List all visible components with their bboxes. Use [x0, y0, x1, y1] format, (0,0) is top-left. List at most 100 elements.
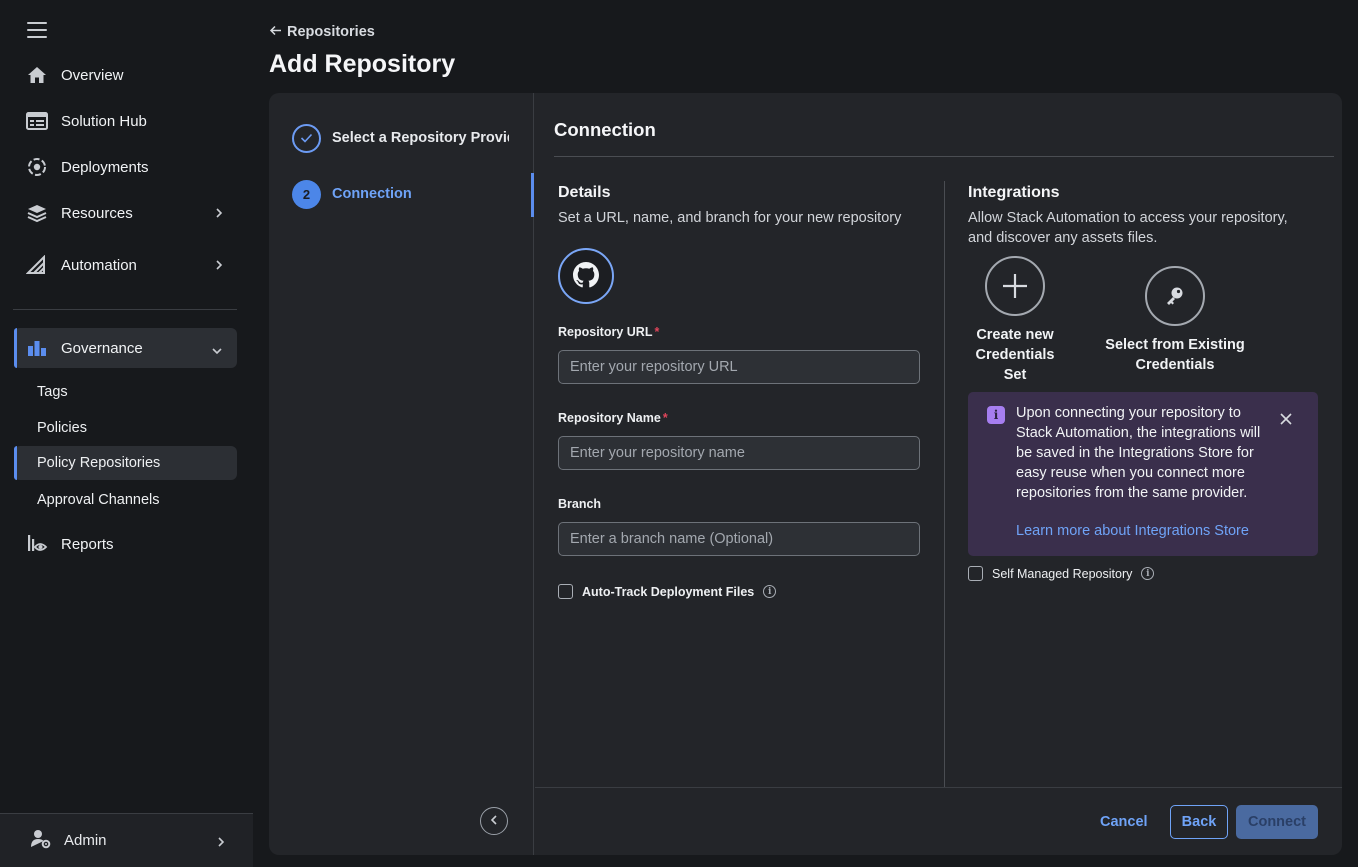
sidebar-item-deployments[interactable]: Deployments: [14, 149, 237, 185]
sidebar-item-label: Reports: [61, 535, 114, 553]
divider: [554, 156, 1334, 157]
chevron-down-icon: [211, 342, 223, 358]
integrations-description: Allow Stack Automation to access your re…: [968, 208, 1288, 248]
field-label-text: Repository URL: [558, 325, 653, 339]
arrow-left-icon: [269, 24, 282, 40]
sidebar-subitem-label: Policy Repositories: [37, 455, 161, 471]
repository-url-label: Repository URL *: [558, 325, 659, 339]
resources-icon: [26, 202, 48, 224]
branch-label: Branch: [558, 497, 602, 511]
cancel-button[interactable]: Cancel: [1096, 806, 1152, 838]
menu-icon[interactable]: [27, 22, 47, 40]
collapse-steps-button[interactable]: [480, 807, 508, 835]
step-connection[interactable]: 2 Connection: [292, 174, 534, 214]
sidebar-item-solution-hub[interactable]: Solution Hub: [14, 103, 237, 139]
sidebar-subitem-label: Approval Channels: [37, 492, 160, 508]
current-step-indicator: [531, 173, 534, 217]
label-line: Credentials: [975, 347, 1055, 363]
auto-track-checkbox[interactable]: [558, 584, 573, 599]
step-select-provider[interactable]: Select a Repository Provider: [292, 118, 534, 158]
info-icon[interactable]: i: [1141, 567, 1155, 580]
select-existing-label: Select from Existing Credentials: [1095, 335, 1255, 375]
learn-more-link[interactable]: Learn more about Integrations Store: [1016, 523, 1249, 539]
wizard-steps: Select a Repository Provider 2 Connectio…: [269, 93, 534, 855]
admin-menu[interactable]: Admin: [0, 813, 253, 867]
integrations-store-notice: i Upon connecting your repository to Sta…: [968, 392, 1318, 556]
sidebar-item-label: Deployments: [61, 158, 149, 176]
wizard-panel: Select a Repository Provider 2 Connectio…: [269, 93, 1342, 855]
chevron-right-icon: [217, 835, 225, 851]
info-icon: i: [987, 406, 1005, 424]
sidebar-item-reports[interactable]: Reports: [14, 526, 237, 562]
sidebar-divider: [13, 309, 237, 310]
integrations-desc-line1: Allow Stack Automation to access your re…: [968, 210, 1288, 226]
details-title: Details: [558, 184, 611, 201]
sidebar-subitem-tags[interactable]: Tags: [14, 375, 237, 409]
sidebar-item-governance[interactable]: Governance: [14, 328, 237, 368]
label-line: Select from Existing: [1105, 337, 1245, 353]
admin-label: Admin: [64, 832, 107, 849]
governance-icon: [26, 337, 48, 359]
step-number: 2: [292, 179, 321, 209]
self-managed-checkbox[interactable]: [968, 566, 983, 581]
field-label-text: Repository Name: [558, 411, 661, 425]
self-managed-label: Self Managed Repository: [992, 566, 1133, 581]
label-line: Create new: [976, 327, 1054, 343]
section-title: Connection: [554, 119, 656, 140]
reports-icon: [26, 533, 48, 555]
select-existing-credentials-option[interactable]: Select from Existing Credentials: [1095, 266, 1255, 375]
back-link-label: Repositories: [287, 24, 375, 40]
plus-icon: [985, 256, 1045, 316]
integrations-title: Integrations: [968, 184, 1060, 201]
user-settings-icon: [30, 828, 52, 853]
github-icon: [573, 261, 599, 291]
sidebar-subitem-policy-repositories[interactable]: Policy Repositories: [14, 446, 237, 480]
github-provider-button[interactable]: [558, 248, 614, 304]
back-to-repositories-link[interactable]: Repositories: [269, 24, 375, 40]
close-icon[interactable]: [1279, 412, 1293, 426]
repository-name-input[interactable]: [558, 436, 920, 470]
deployments-icon: [26, 156, 48, 178]
label-line: Set: [1003, 367, 1027, 383]
details-description: Set a URL, name, and branch for your new…: [558, 210, 902, 226]
sidebar-item-resources[interactable]: Resources: [14, 195, 237, 231]
sidebar-item-label: Solution Hub: [61, 112, 147, 130]
self-managed-row: Self Managed Repository i: [968, 566, 1155, 581]
label-line: Credentials: [1135, 357, 1215, 373]
column-divider: [944, 181, 945, 787]
sidebar-item-overview[interactable]: Overview: [14, 57, 237, 93]
back-button[interactable]: Back: [1170, 805, 1228, 839]
home-icon: [26, 64, 48, 86]
sidebar-subitem-policies[interactable]: Policies: [14, 411, 237, 445]
key-icon: [1145, 266, 1205, 326]
wizard-footer: Cancel Back Connect: [535, 787, 1342, 855]
sidebar: Overview Solution Hub Deployments Resour…: [0, 0, 253, 867]
sidebar-subitem-approval-channels[interactable]: Approval Channels: [14, 483, 237, 517]
step-label: Connection: [332, 186, 412, 202]
repository-name-label: Repository Name *: [558, 411, 668, 425]
step-label: Select a Repository Provider: [332, 130, 509, 146]
solution-hub-icon: [26, 110, 48, 132]
chevron-left-icon: [490, 813, 498, 829]
integrations-desc-line2: and discover any assets files.: [968, 230, 1158, 246]
sidebar-subitem-label: Tags: [37, 384, 68, 400]
info-icon[interactable]: i: [763, 585, 777, 598]
sidebar-item-label: Governance: [61, 339, 143, 357]
sidebar-item-label: Automation: [61, 256, 137, 274]
repository-url-input[interactable]: [558, 350, 920, 384]
branch-input[interactable]: [558, 522, 920, 556]
chevron-right-icon: [215, 206, 223, 222]
sidebar-item-label: Resources: [61, 204, 133, 222]
page-title: Add Repository: [269, 50, 456, 78]
auto-track-row: Auto-Track Deployment Files i: [558, 584, 777, 599]
check-icon: [292, 123, 321, 153]
connection-content: Connection Details Set a URL, name, and …: [535, 93, 1342, 855]
auto-track-label: Auto-Track Deployment Files: [582, 584, 755, 599]
required-mark: *: [654, 325, 660, 339]
sidebar-item-automation[interactable]: Automation: [14, 247, 237, 283]
notice-text: Upon connecting your repository to Stack…: [1016, 405, 1261, 501]
sidebar-subitem-label: Policies: [37, 420, 87, 436]
create-credentials-option[interactable]: Create new Credentials Set: [955, 256, 1075, 385]
sidebar-item-label: Overview: [61, 66, 124, 84]
connect-button[interactable]: Connect: [1236, 805, 1318, 839]
